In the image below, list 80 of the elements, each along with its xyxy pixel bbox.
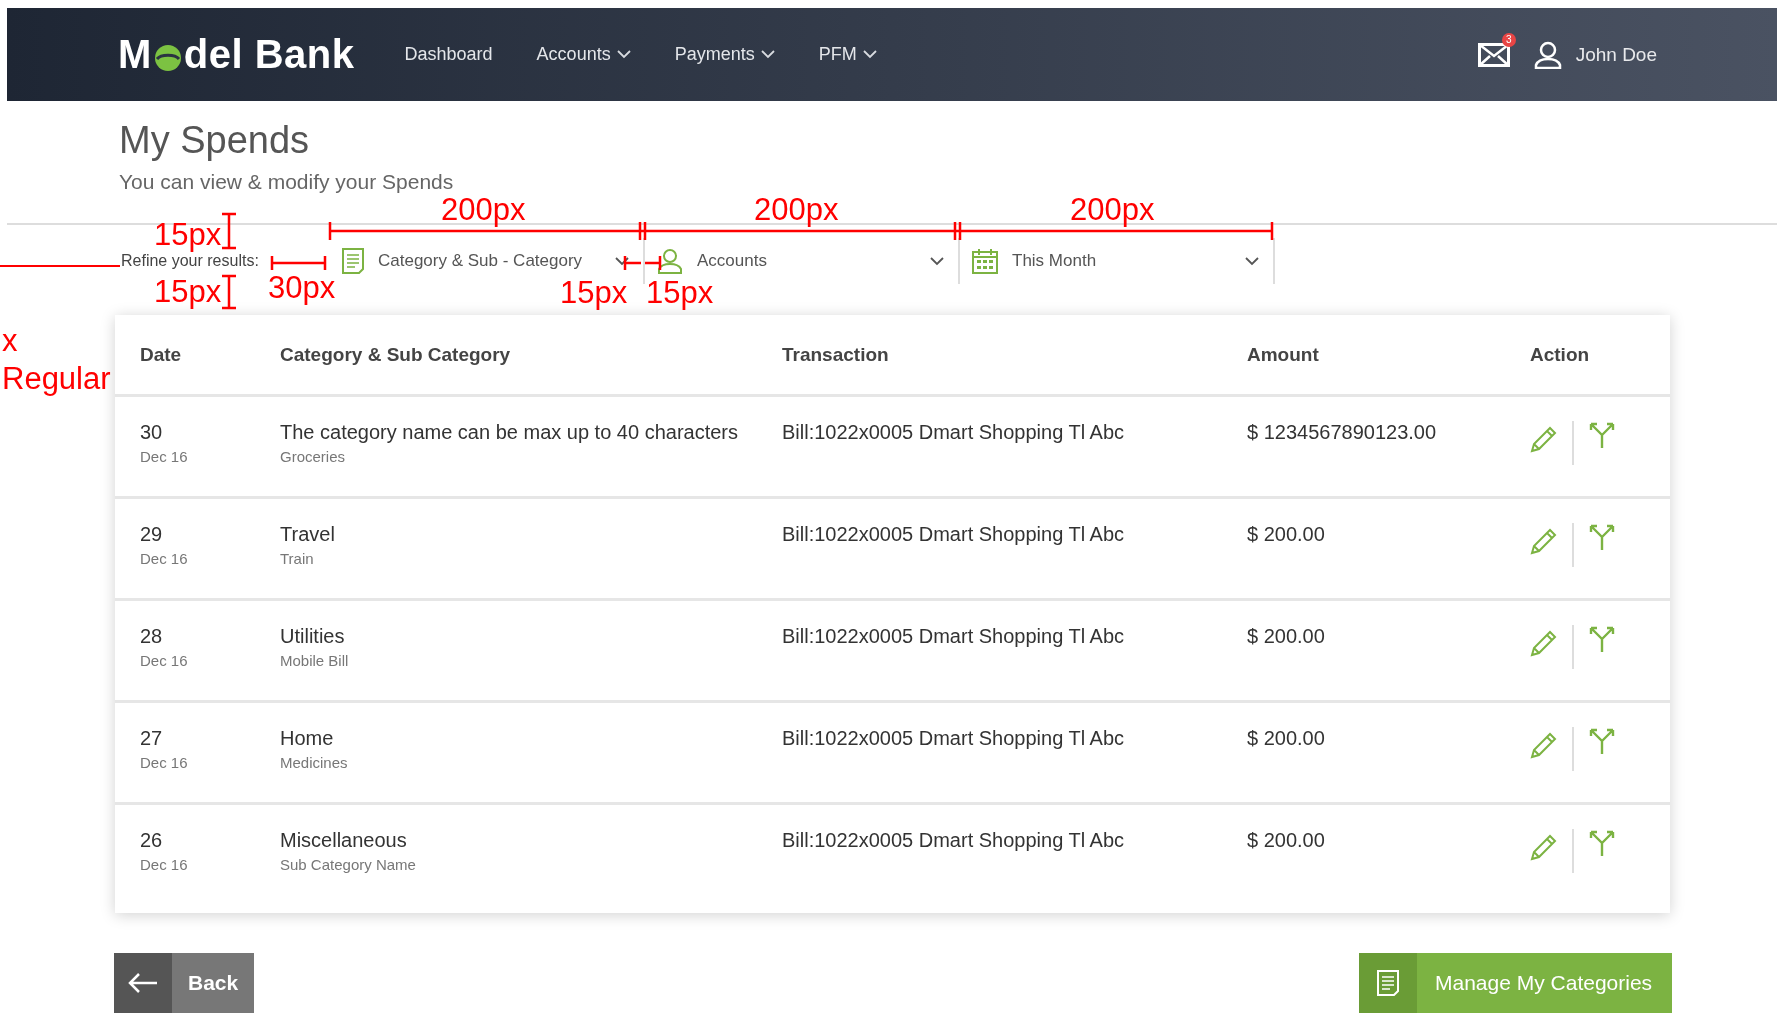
split-arrows-icon[interactable] [1588, 523, 1616, 551]
document-icon [1377, 970, 1399, 996]
filter-label: Refine your results: [121, 252, 260, 270]
pencil-edit-icon[interactable] [1530, 731, 1558, 759]
logo-text: M [118, 32, 152, 77]
arrow-left-icon [128, 973, 158, 993]
column-header: Action [1530, 343, 1591, 366]
chevron-down-icon [1245, 256, 1259, 266]
document-icon [342, 248, 364, 274]
user-name[interactable]: John Doe [1575, 43, 1657, 66]
filter-dropdown[interactable]: This Month [960, 238, 1275, 284]
transaction-text: Bill:1022x0005 Dmart Shopping Tl Abc [782, 625, 1126, 648]
split-arrows-icon[interactable] [1588, 625, 1616, 653]
transaction-text: Bill:1022x0005 Dmart Shopping Tl Abc [782, 727, 1126, 750]
split-arrows-icon[interactable] [1588, 727, 1616, 755]
chevron-down-icon [760, 50, 775, 59]
column-header: Transaction [782, 343, 890, 366]
pencil-edit-icon[interactable] [1530, 425, 1558, 453]
chevron-down-icon [615, 256, 629, 266]
subcategory-name: Train [280, 550, 315, 567]
nav-menu-item[interactable]: PFM [818, 44, 877, 65]
category-name: Miscellaneous [280, 829, 408, 852]
user-icon [1533, 40, 1562, 69]
dimension-annotation: 200px [1070, 194, 1155, 225]
logo-mark-icon [152, 42, 183, 73]
date-month: Dec 16 [140, 856, 189, 873]
date-day: 29 [140, 523, 280, 546]
transaction-text: Bill:1022x0005 Dmart Shopping Tl Abc [782, 523, 1126, 546]
transaction-text: Bill:1022x0005 Dmart Shopping Tl Abc [782, 421, 1126, 444]
dimension-annotation: 200px [754, 194, 839, 225]
split-arrows-icon[interactable] [1588, 829, 1616, 857]
nav-menu-item[interactable]: Accounts [536, 44, 631, 65]
pencil-edit-icon[interactable] [1530, 833, 1558, 861]
nav-menu-item[interactable]: Payments [674, 44, 775, 65]
chevron-down-icon [930, 256, 944, 266]
dimension-annotation: 15px [154, 219, 222, 250]
dimension-annotation: 200px [441, 194, 526, 225]
dimension-annotation: x [2, 325, 18, 356]
logo-text: del Bank [183, 32, 355, 77]
subcategory-name: Groceries [280, 448, 347, 465]
subcategory-name: Medicines [280, 754, 349, 771]
amount-text: $ 200.00 [1247, 523, 1326, 546]
dimension-annotation: 15px [154, 276, 222, 307]
date-month: Dec 16 [140, 652, 189, 669]
page-subtitle: You can view & modify your Spends [119, 170, 455, 194]
page-title: My Spends [119, 119, 311, 162]
date-month: Dec 16 [140, 754, 189, 771]
nav-menu-item[interactable]: Dashboard [404, 44, 493, 65]
date-day: 28 [140, 625, 280, 648]
transaction-text: Bill:1022x0005 Dmart Shopping Tl Abc [782, 829, 1126, 852]
chevron-down-icon [616, 50, 631, 59]
back-button[interactable]: Back [114, 953, 254, 1013]
category-name: Home [280, 727, 335, 750]
pencil-edit-icon[interactable] [1530, 527, 1558, 555]
user-icon [657, 248, 683, 274]
split-arrows-icon[interactable] [1588, 421, 1616, 449]
amount-text: $ 200.00 [1247, 829, 1326, 852]
column-header: Date [140, 343, 183, 366]
chevron-down-icon [862, 50, 877, 59]
amount-text: $ 1234567890123.00 [1247, 421, 1438, 444]
notification-badge: 3 [1501, 32, 1516, 47]
date-month: Dec 16 [140, 448, 189, 465]
category-name: The category name can be max up to 40 characters [280, 421, 740, 444]
subcategory-name: Sub Category Name [280, 856, 417, 873]
column-header: Category & Sub Category [280, 343, 512, 366]
date-day: 27 [140, 727, 280, 750]
dimension-annotation: Regular [2, 363, 111, 394]
date-day: 30 [140, 421, 280, 444]
pencil-edit-icon[interactable] [1530, 629, 1558, 657]
subcategory-name: Mobile Bill [280, 652, 350, 669]
amount-text: $ 200.00 [1247, 625, 1326, 648]
model-bank-logo[interactable]: M del Bank [118, 32, 355, 77]
date-month: Dec 16 [140, 550, 189, 567]
category-name: Travel [280, 523, 336, 546]
column-header: Amount [1247, 343, 1320, 366]
date-day: 26 [140, 829, 280, 852]
amount-text: $ 200.00 [1247, 727, 1326, 750]
category-name: Utilities [280, 625, 346, 648]
mail-icon[interactable] [1477, 42, 1510, 67]
calendar-icon [972, 248, 998, 274]
